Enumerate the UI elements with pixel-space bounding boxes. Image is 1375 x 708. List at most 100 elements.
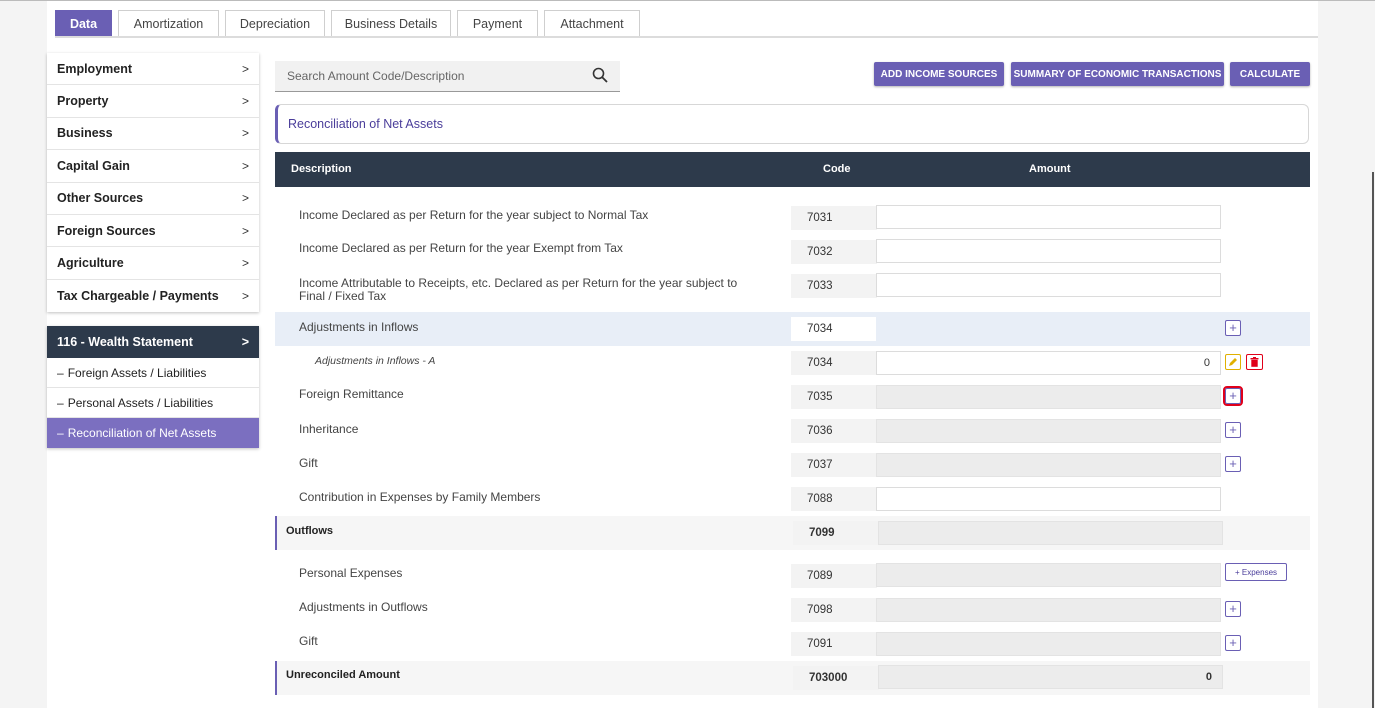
add-expenses-button[interactable]: + Expenses [1225, 563, 1287, 581]
sidebar-item-employment[interactable]: Employment > [47, 53, 259, 86]
row-code: 7031 [791, 206, 877, 230]
sidebar-item-capital-gain[interactable]: Capital Gain > [47, 150, 259, 183]
amount-field: 0 [878, 665, 1223, 689]
trash-icon[interactable] [1246, 354, 1263, 370]
row-code: 7091 [791, 632, 877, 656]
row-code: 7034 [791, 317, 877, 341]
column-header-amount: Amount [1029, 163, 1071, 175]
table-row: Income Declared as per Return for the ye… [275, 235, 1310, 269]
sidebar-subitem-label: Reconciliation of Net Assets [67, 426, 217, 440]
sidebar-item-label: Foreign Sources [57, 223, 156, 238]
sidebar-subitem-label: Foreign Assets / Liabilities [67, 365, 207, 380]
dash-icon: – [57, 365, 64, 380]
tab-data[interactable]: Data [55, 10, 112, 36]
row-description: Contribution in Expenses by Family Membe… [299, 490, 541, 504]
row-description: Gift [299, 456, 318, 470]
amount-field [876, 453, 1221, 477]
table-row: Contribution in Expenses by Family Membe… [275, 482, 1310, 516]
row-description: Income Declared as per Return for the ye… [299, 241, 623, 255]
sidebar-item-tax-chargeable[interactable]: Tax Chargeable / Payments > [47, 280, 259, 312]
sidebar-item-label: Agriculture [57, 256, 124, 271]
main-page: Data Amortization Depreciation Business … [47, 1, 1318, 708]
row-description: Unreconciled Amount [286, 669, 400, 681]
plus-icon[interactable]: + [1225, 320, 1241, 336]
amount-input[interactable] [876, 487, 1221, 511]
summary-economic-transactions-button[interactable]: SUMMARY OF ECONOMIC TRANSACTIONS [1011, 62, 1224, 86]
sidebar-subitem-foreign-assets[interactable]: – Foreign Assets / Liabilities [47, 358, 259, 388]
plus-icon[interactable]: + [1225, 456, 1241, 472]
tab-divider [55, 36, 1318, 38]
column-header-code: Code [823, 163, 851, 175]
chevron-right-icon: > [241, 158, 249, 173]
table-row: Gift 7091 + [275, 627, 1310, 661]
chevron-right-icon: > [241, 335, 249, 349]
plus-icon[interactable]: + [1223, 386, 1243, 406]
row-code: 7034 [791, 351, 877, 375]
plus-icon[interactable]: + [1225, 635, 1241, 651]
plus-icon[interactable]: + [1225, 601, 1241, 617]
amount-field [876, 632, 1221, 656]
chevron-right-icon: > [241, 126, 249, 141]
row-description: Outflows [286, 525, 334, 537]
table-row: Income Attributable to Receipts, etc. De… [275, 269, 1310, 312]
tab-amortization[interactable]: Amortization [118, 10, 219, 36]
table-row-section: Outflows 7099 [275, 516, 1310, 550]
amount-field [876, 317, 1221, 341]
amount-input[interactable] [876, 205, 1221, 229]
row-code: 7036 [791, 419, 877, 443]
sidebar-item-foreign-sources[interactable]: Foreign Sources > [47, 215, 259, 248]
amount-input[interactable] [876, 239, 1221, 263]
chevron-right-icon: > [241, 94, 249, 109]
amount-field [876, 419, 1221, 443]
row-code: 7088 [791, 487, 877, 511]
tab-attachment[interactable]: Attachment [544, 10, 640, 36]
pencil-icon[interactable] [1225, 354, 1241, 370]
amount-input[interactable]: 0 [876, 351, 1221, 375]
sidebar-item-agriculture[interactable]: Agriculture > [47, 247, 259, 280]
dash-icon: – [57, 426, 64, 440]
row-code: 7033 [791, 274, 877, 298]
tab-payment[interactable]: Payment [457, 10, 538, 36]
search-icon[interactable] [592, 67, 608, 86]
sidebar: Employment > Property > Business > Capital … [47, 53, 259, 313]
add-income-sources-button[interactable]: ADD INCOME SOURCES [874, 62, 1004, 86]
tab-depreciation[interactable]: Depreciation [225, 10, 325, 36]
table-row: Inheritance 7036 + [275, 414, 1310, 448]
row-description: Inheritance [299, 422, 359, 436]
row-description: Adjustments in Inflows [299, 320, 419, 334]
table-row: Foreign Remittance 7035 + [275, 380, 1310, 414]
sidebar-item-other-sources[interactable]: Other Sources > [47, 183, 259, 215]
section-title-card: Reconciliation of Net Assets [275, 104, 1309, 144]
search-input[interactable] [287, 69, 567, 83]
row-code: 7089 [791, 564, 877, 588]
wealth-statement-title: 116 - Wealth Statement [57, 335, 193, 349]
sidebar-item-business[interactable]: Business > [47, 118, 259, 151]
sidebar-item-property[interactable]: Property > [47, 85, 259, 118]
sidebar-subitem-label: Personal Assets / Liabilities [67, 395, 214, 410]
amount-field [878, 521, 1223, 545]
row-description: Adjustments in Inflows - A [315, 355, 436, 367]
table-row: Adjustments in Inflows - A 7034 0 [275, 346, 1310, 380]
row-code: 7035 [791, 385, 877, 409]
table-row: Personal Expenses 7089 + Expenses [275, 559, 1310, 593]
amount-field [876, 385, 1221, 409]
chevron-right-icon: > [241, 256, 249, 271]
table-row-section: Unreconciled Amount 703000 0 [275, 661, 1310, 695]
sidebar-item-label: Employment [57, 61, 133, 76]
calculate-button[interactable]: CALCULATE [1230, 62, 1310, 86]
table-row: Income Declared as per Return for the ye… [275, 201, 1310, 235]
sidebar-subitem-reconciliation[interactable]: – Reconciliation of Net Assets [47, 418, 259, 448]
chevron-right-icon: > [241, 223, 249, 238]
amount-input[interactable] [876, 273, 1221, 297]
row-description: Foreign Remittance [299, 387, 404, 401]
sidebar-item-label: Capital Gain [57, 158, 130, 173]
plus-icon[interactable]: + [1225, 422, 1241, 438]
tab-business-details[interactable]: Business Details [331, 10, 451, 36]
sidebar-subitem-personal-assets[interactable]: – Personal Assets / Liabilities [47, 388, 259, 418]
amount-field [876, 563, 1221, 587]
wealth-statement-header[interactable]: 116 - Wealth Statement > [47, 326, 259, 358]
chevron-right-icon: > [241, 61, 249, 76]
sidebar-item-label: Tax Chargeable / Payments [57, 288, 219, 303]
scrollbar[interactable] [1372, 172, 1374, 708]
tab-bar: Data Amortization Depreciation Business … [55, 10, 646, 36]
